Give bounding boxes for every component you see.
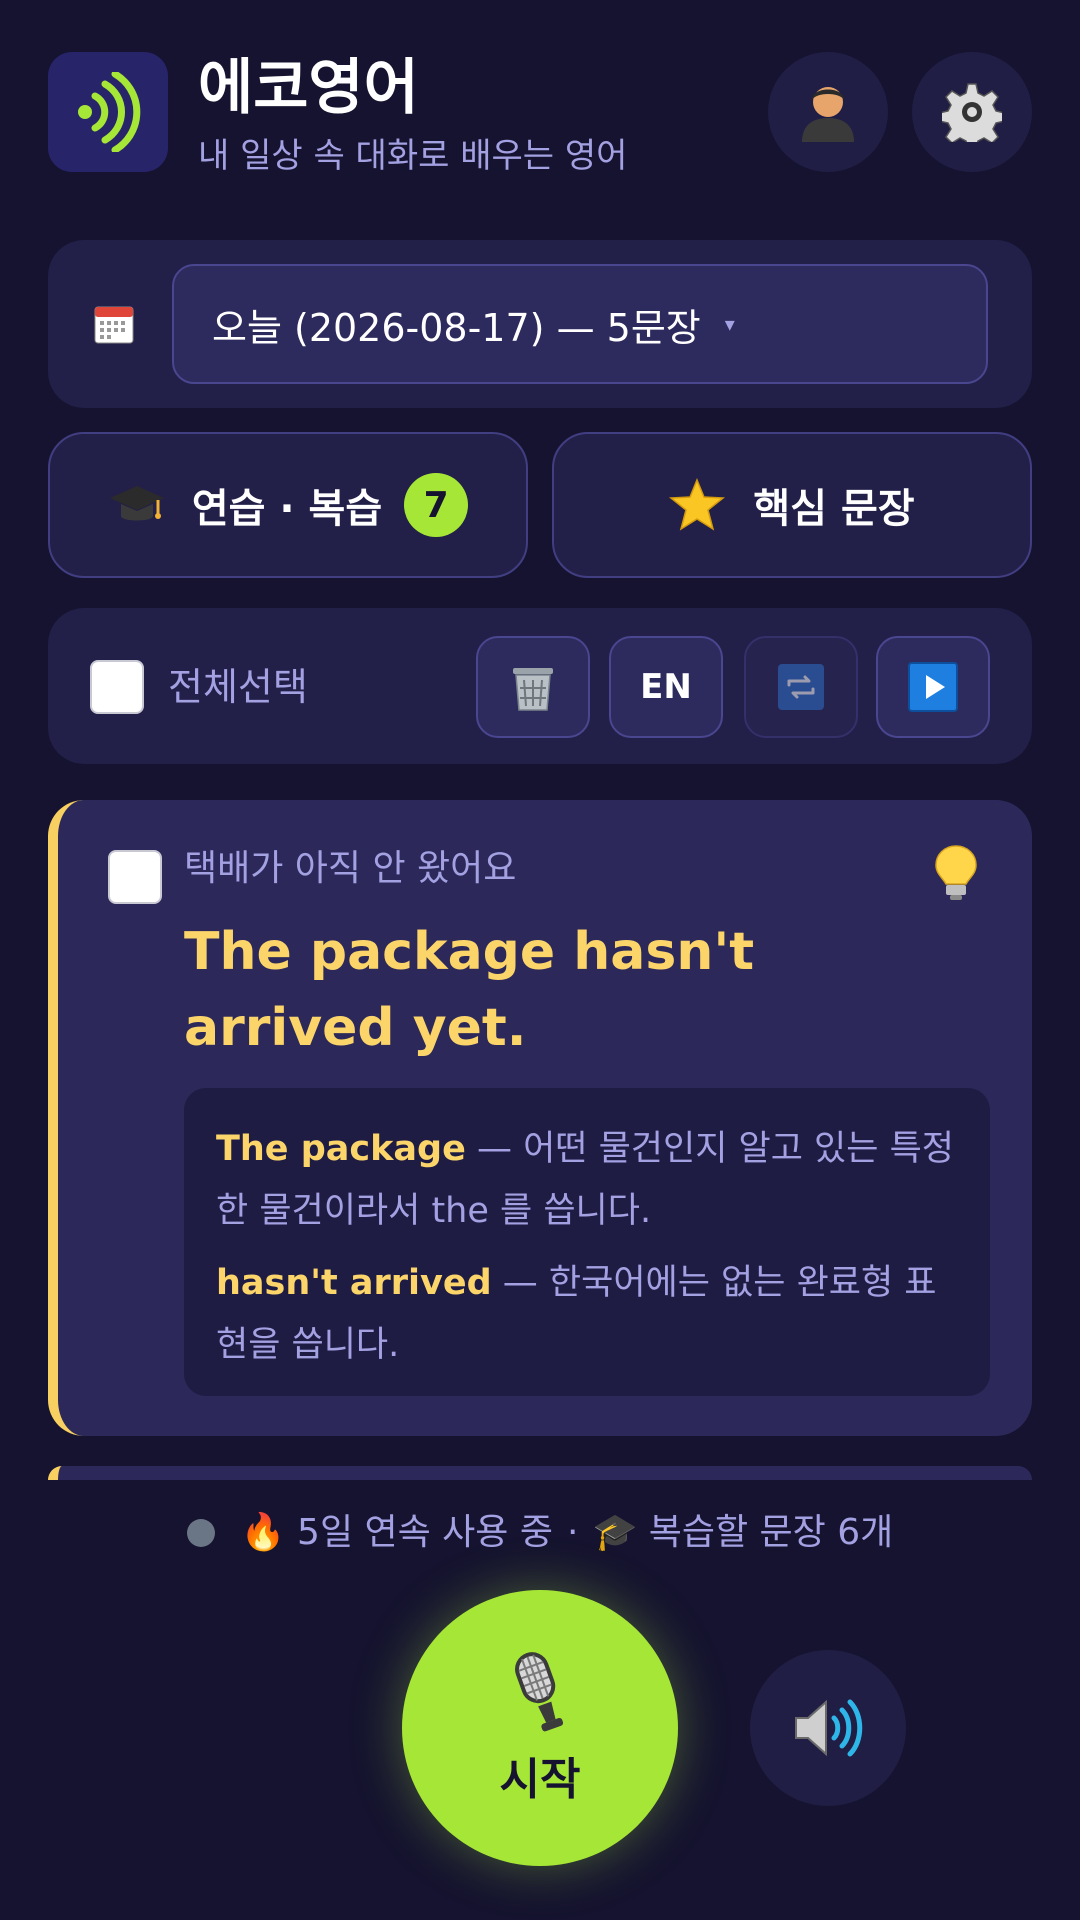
explanation-keyword: hasn't arrived [216, 1263, 492, 1303]
explanation-item: The package — 어떤 물건인지 알고 있는 특정한 물건이라서 th… [216, 1118, 958, 1242]
play-button[interactable] [876, 636, 990, 738]
status-line: 🔥 5일 연속 사용 중 · 🎓 복습할 문장 6개 [0, 1505, 1080, 1561]
explanation-box: The package — 어떤 물건인지 알고 있는 특정한 물건이라서 th… [184, 1088, 990, 1396]
trash-icon [513, 668, 553, 711]
explanation-keyword: The package [216, 1129, 466, 1169]
app-title: 에코영어 [198, 53, 419, 123]
streak-status: 🔥 5일 연속 사용 중 [240, 1512, 553, 1553]
date-select[interactable]: 오늘 (2026-08-17) — 5문장 ▾ [172, 264, 988, 384]
sentence-english: The package hasn't arrived yet. [184, 922, 755, 1058]
practice-review-label: 연습 · 복습 [191, 486, 383, 532]
echo-waves-icon [78, 72, 141, 152]
language-toggle-button[interactable]: EN [609, 636, 723, 738]
review-count-badge: 7 [404, 473, 469, 537]
speaker-icon [795, 1699, 863, 1757]
select-all-checkbox[interactable] [90, 660, 144, 714]
select-all-label: 전체선택 [168, 665, 308, 709]
start-recording-button[interactable]: 시작 [402, 1590, 678, 1866]
next-sentence-card [48, 1466, 1032, 1480]
delete-button[interactable] [476, 636, 590, 738]
profile-icon [802, 87, 854, 142]
status-dot [186, 1519, 215, 1547]
start-label: 시작 [499, 1754, 581, 1805]
lightbulb-icon [935, 845, 977, 900]
settings-button[interactable] [912, 52, 1032, 172]
status-separator: · [567, 1512, 579, 1553]
repeat-icon [778, 664, 824, 710]
sentence-korean: 택배가 아직 안 왔어요 [184, 848, 517, 889]
star-icon [669, 478, 726, 531]
gear-icon [942, 83, 1002, 142]
play-icon [908, 662, 958, 712]
chevron-down-icon: ▾ [724, 312, 735, 336]
sentence-checkbox[interactable] [108, 850, 162, 904]
practice-review-button[interactable]: 연습 · 복습 7 [48, 432, 528, 578]
profile-button[interactable] [768, 52, 888, 172]
graduation-cap-icon [109, 486, 164, 521]
core-sentences-label: 핵심 문장 [753, 486, 915, 532]
app-subtitle: 내 일상 속 대화로 배우는 영어 [198, 136, 628, 176]
microphone-icon [515, 1652, 564, 1732]
hint-button[interactable] [934, 844, 978, 906]
explanation-item: hasn't arrived — 한국어에는 없는 완료형 표현을 씁니다. [216, 1252, 958, 1376]
core-sentences-button[interactable]: 핵심 문장 [552, 432, 1032, 578]
date-panel: 오늘 (2026-08-17) — 5문장 ▾ [48, 240, 1032, 408]
review-status: 🎓 복습할 문장 6개 [592, 1512, 894, 1553]
repeat-button[interactable] [744, 636, 858, 738]
toolbar: 전체선택 EN [48, 608, 1032, 764]
sentence-card: 택배가 아직 안 왔어요 The package hasn't arrived … [48, 800, 1032, 1436]
speaker-button[interactable] [750, 1650, 906, 1806]
calendar-icon [94, 306, 134, 344]
date-select-value: 오늘 (2026-08-17) — 5문장 [212, 305, 701, 350]
app-logo [48, 52, 168, 172]
